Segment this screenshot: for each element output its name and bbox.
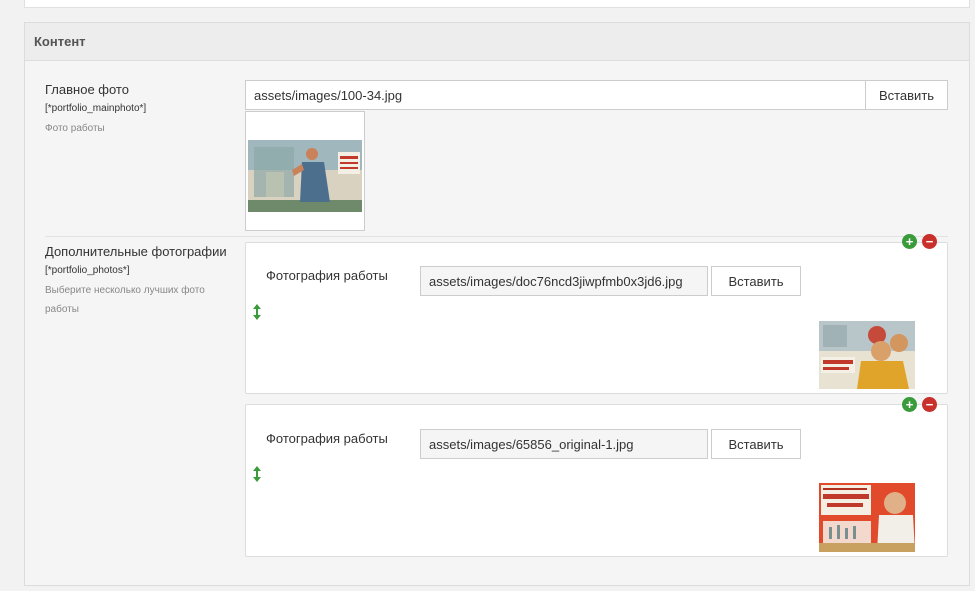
- plus-circle-icon[interactable]: +: [902, 234, 917, 249]
- extra-photos-label: Дополнительные фотографии: [45, 244, 227, 259]
- main-photo-insert-button[interactable]: Вставить: [865, 80, 948, 110]
- minus-circle-icon[interactable]: −: [922, 234, 937, 249]
- main-photo-input[interactable]: assets/images/100-34.jpg: [245, 80, 866, 110]
- main-photo-thumbnail: [248, 140, 362, 212]
- photo-row-2-input[interactable]: assets/images/65856_original-1.jpg: [420, 429, 708, 459]
- photo-row-2-label: Фотография работы: [266, 431, 388, 446]
- vertical-resize-icon[interactable]: [252, 304, 262, 320]
- photo-row-1-thumbnail[interactable]: [819, 321, 915, 389]
- section-title: Контент: [25, 23, 969, 61]
- photo-row-2-thumbnail[interactable]: [819, 483, 915, 552]
- minus-circle-icon[interactable]: −: [922, 397, 937, 412]
- main-photo-label: Главное фото: [45, 82, 129, 97]
- photo-row-1-input[interactable]: assets/images/doc76ncd3jiwpfmb0x3jd6.jpg: [420, 266, 708, 296]
- extra-photos-key: [*portfolio_photos*]: [45, 265, 130, 276]
- main-photo-key: [*portfolio_mainphoto*]: [45, 103, 147, 114]
- plus-circle-icon[interactable]: +: [902, 397, 917, 412]
- vertical-resize-icon[interactable]: [252, 466, 262, 482]
- main-photo-description: Фото работы: [45, 123, 105, 134]
- main-photo-preview[interactable]: [245, 111, 365, 231]
- extra-photos-description: Выберите несколько лучших фото работы: [45, 285, 205, 315]
- previous-panel: [24, 0, 970, 8]
- photo-row-2-insert-button[interactable]: Вставить: [711, 429, 801, 459]
- photo-row-1-label: Фотография работы: [266, 268, 388, 283]
- photo-row-1-insert-button[interactable]: Вставить: [711, 266, 801, 296]
- field-divider: [45, 236, 948, 237]
